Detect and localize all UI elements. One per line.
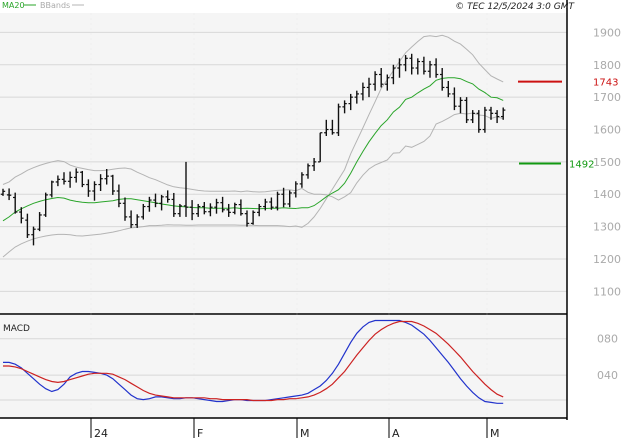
x-tick-label: A bbox=[392, 427, 400, 440]
price-y-tick-label: 1900 bbox=[593, 26, 621, 39]
macd-panel: 040 080 MACD bbox=[0, 315, 618, 418]
price-y-tick-label: 1300 bbox=[593, 221, 621, 234]
price-panel-background bbox=[0, 13, 567, 314]
price-y-axis: 1100 1200 1300 1400 1500 1600 1700 1800 1900 bbox=[593, 26, 621, 298]
price-y-tick-label: 1200 bbox=[593, 253, 621, 266]
legend-bbands: BBands bbox=[40, 1, 70, 10]
x-tick-label: M bbox=[490, 427, 500, 440]
macd-y-tick-label: 080 bbox=[597, 333, 618, 346]
support-label: 1492 bbox=[569, 160, 594, 171]
copyright-text: © TEC 12/5/2024 3:0 GMT bbox=[455, 2, 575, 12]
resistance-label: 1743 bbox=[593, 78, 618, 89]
macd-y-tick-label: 040 bbox=[597, 369, 618, 382]
price-y-tick-label: 1800 bbox=[593, 59, 621, 72]
stock-chart: 1100 1200 1300 1400 1500 1600 1700 1800 1900 174… bbox=[0, 0, 627, 440]
price-y-tick-label: 1400 bbox=[593, 188, 621, 201]
macd-title: MACD bbox=[3, 324, 30, 334]
x-tick-label: 24 bbox=[94, 427, 108, 440]
price-y-tick-label: 1100 bbox=[593, 285, 621, 298]
x-tick-label: F bbox=[197, 427, 203, 440]
price-y-tick-label: 1700 bbox=[593, 91, 621, 104]
x-tick-label: M bbox=[300, 427, 310, 440]
price-y-tick-label: 1600 bbox=[593, 124, 621, 137]
price-y-tick-label: 1500 bbox=[593, 156, 621, 169]
legend-ma20: MA20 bbox=[2, 1, 25, 10]
price-panel: 1100 1200 1300 1400 1500 1600 1700 1800 1900 174… bbox=[0, 13, 621, 314]
macd-panel-background bbox=[0, 315, 567, 418]
